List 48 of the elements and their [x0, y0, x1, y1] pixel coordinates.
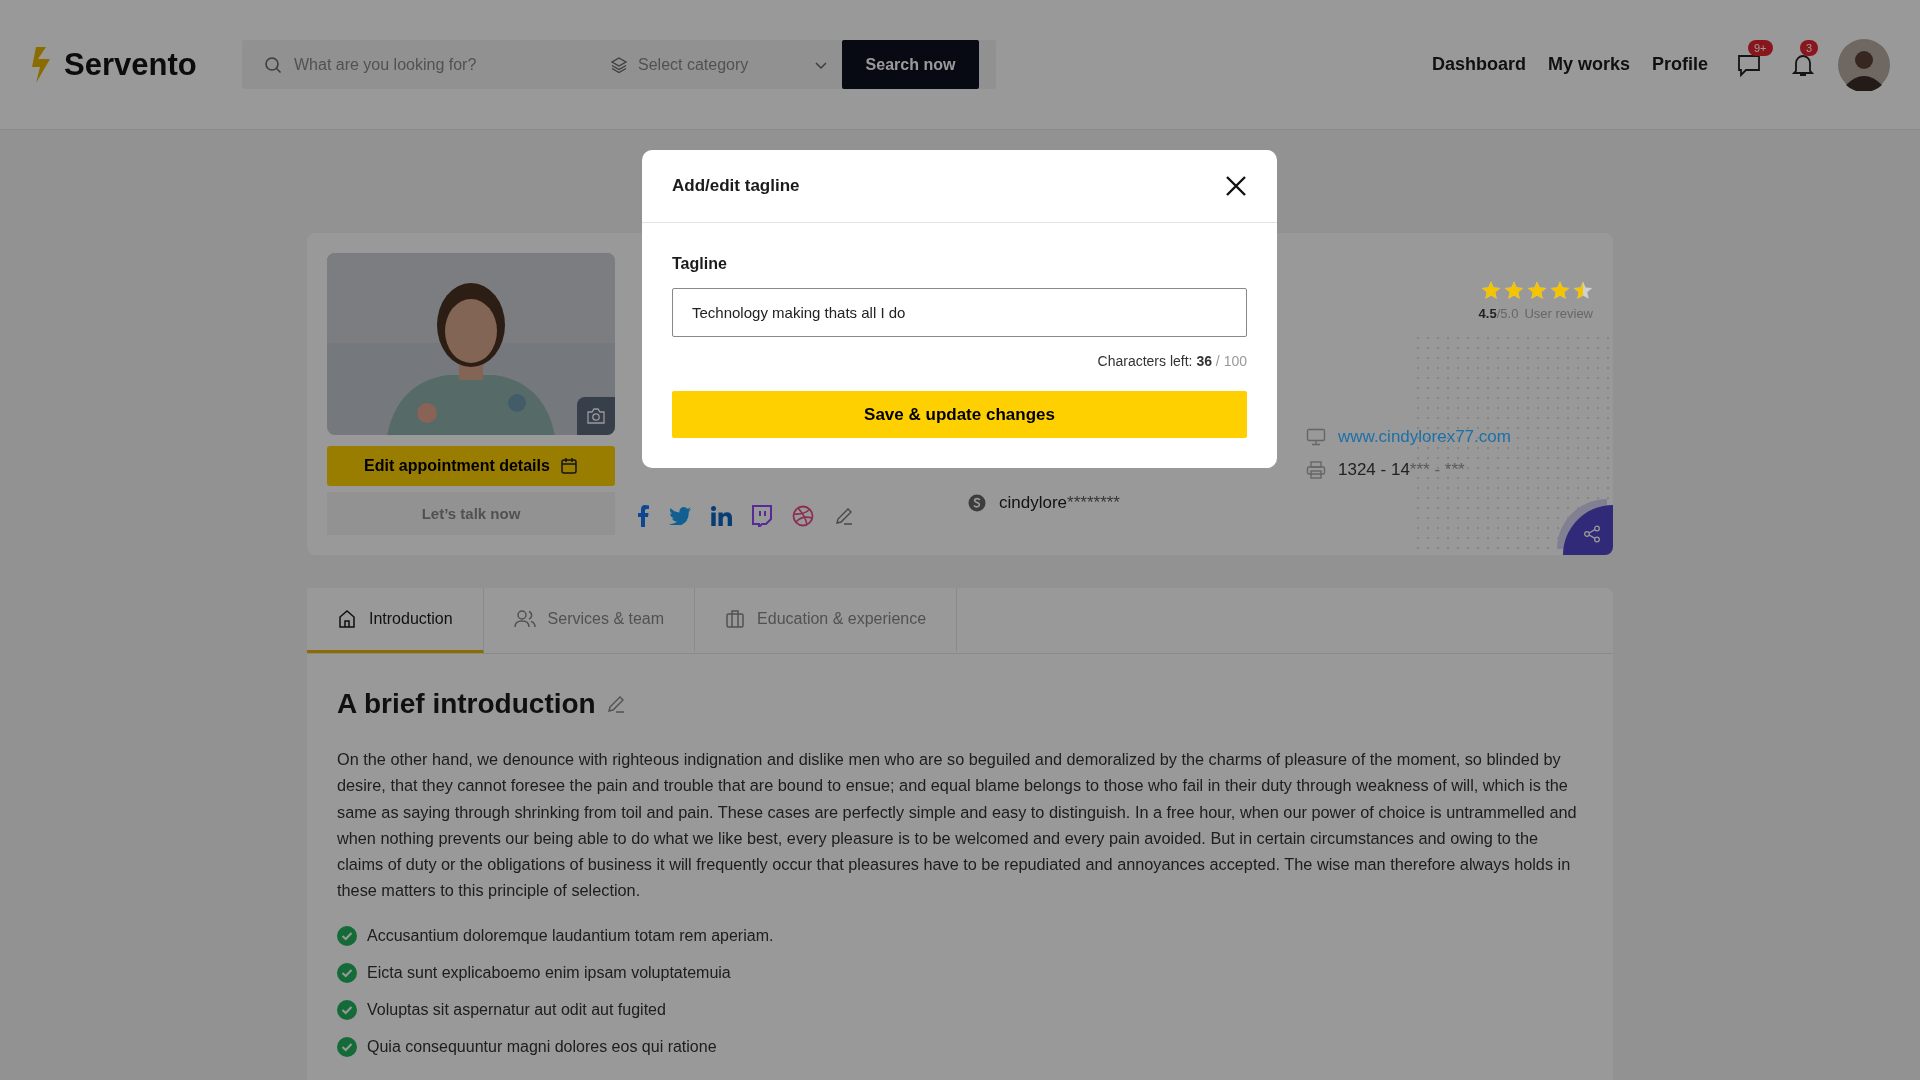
close-button[interactable]: [1225, 175, 1247, 197]
tagline-field[interactable]: Technology making thats all I do: [672, 288, 1247, 337]
bird-icon[interactable]: [669, 507, 691, 525]
nav-link[interactable]: Dashboard: [1431, 54, 1526, 75]
share-icon: [1583, 525, 1601, 543]
camera-icon: [587, 408, 605, 425]
check-circle-icon: [337, 1036, 357, 1057]
tab[interactable]: Introduction: [307, 588, 484, 653]
pencil-icon[interactable]: [834, 506, 854, 526]
checklist-item: Voluptas sit aspernatur aut odit aut fugited: [367, 1000, 666, 1019]
linkedin-icon[interactable]: [711, 506, 732, 526]
skype-icon: [967, 493, 987, 513]
check-circle-icon: [337, 962, 357, 983]
phone-number: 1324 - 14*** - ***: [1338, 460, 1465, 480]
camera-button[interactable]: [577, 397, 615, 436]
notification-count-badge: 3: [1800, 39, 1819, 56]
facebook-icon[interactable]: [637, 505, 649, 527]
dialog-title: Add/edit tagline: [672, 176, 800, 196]
printer-icon: [1306, 461, 1326, 479]
search-icon: [264, 55, 282, 74]
check-circle-icon: [337, 999, 357, 1020]
twitch-icon[interactable]: [752, 505, 772, 527]
avatar[interactable]: [1838, 38, 1890, 91]
save-button[interactable]: Save & update changes: [672, 391, 1247, 438]
monitor-icon: [1306, 428, 1326, 446]
search-field[interactable]: What are you looking for?: [292, 54, 596, 75]
search-button[interactable]: Search now: [842, 40, 979, 89]
skype-handle: cindylore********: [999, 493, 1120, 513]
field-label: Tagline: [672, 255, 728, 273]
nav-link[interactable]: My works: [1547, 54, 1630, 75]
nav-link[interactable]: Profile: [1652, 54, 1708, 75]
edit-appointment-button[interactable]: Edit appointment details: [327, 446, 615, 487]
checklist-item: Quia consequuntur magni dolores eos qui ratione: [367, 1037, 717, 1056]
briefcase-icon: [725, 609, 746, 629]
checklist-item: Eicta sunt explicaboemo enim ipsam voluptatemuia: [367, 963, 731, 982]
calendar-icon: [559, 457, 578, 476]
section-heading: A brief introduction: [337, 688, 596, 720]
checklist-item: Accusantium doloremque laudantium totam rem aperiam.: [367, 926, 774, 945]
home-icon: [337, 609, 357, 629]
pencil-icon[interactable]: [605, 694, 626, 714]
logo-text: Servento: [64, 46, 197, 83]
dribbble-icon[interactable]: [792, 505, 814, 527]
character-counter: Characters left: 36 / 100: [1097, 353, 1247, 369]
intro-paragraph: On the other hand, we denounce with righteous indignation and dislike men who are so beguiled and demoralized by the charms of pleasure of the moment, so blinded by desire, that they cannot foresee the pain and trouble that are bound to ensue; and equal blame belongs to those who fail in their duty through weakness of will, which is the same as saying through shrinking from toil and pain. These cases are perfectly simple and easy to distinguish. In a free hour, when our power of choice is untrammelled and when nothing prevents our being able to do what we like best, every pleasure is to be welcomed and every pain avoided. But in certain circumstances and owing to the claims of duty or the obligations of business it will frequently occur that pleasures have to be repudiated and annoyances accepted. The wise man therefore always holds in these matters to this principle of selection.: [337, 749, 1578, 902]
message-count-badge: 9+: [1748, 39, 1773, 56]
check-circle-icon: [337, 925, 357, 946]
layers-icon: [610, 55, 628, 74]
users-icon: [513, 609, 536, 629]
